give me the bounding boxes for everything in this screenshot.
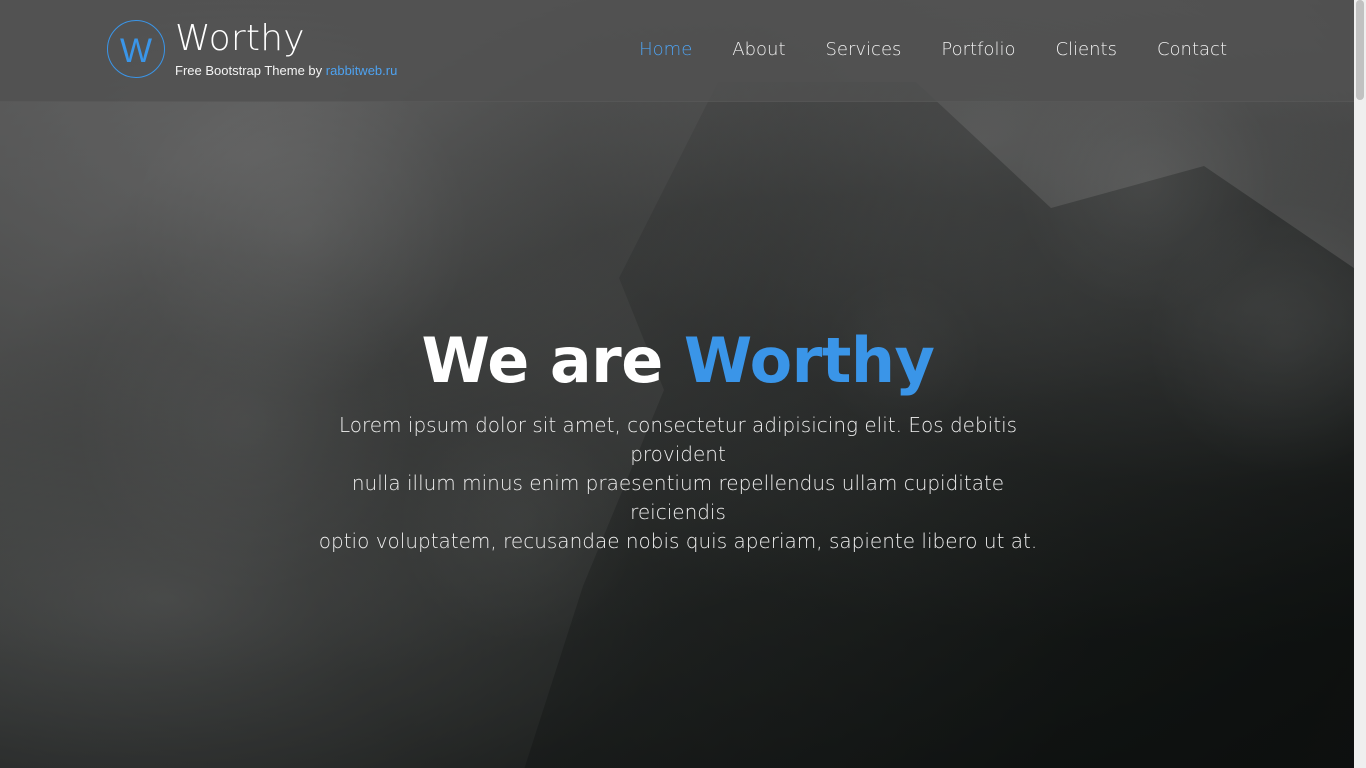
vertical-scrollbar[interactable]	[1354, 0, 1366, 768]
scrollbar-thumb[interactable]	[1356, 0, 1364, 100]
nav-contact[interactable]: Contact	[1157, 39, 1227, 61]
hero-section: We are Worthy Lorem ipsum dolor sit amet…	[308, 323, 1048, 556]
brand-text: Worthy Free Bootstrap Theme by rabbitweb…	[175, 20, 397, 79]
site-header: W Worthy Free Bootstrap Theme by rabbitw…	[0, 0, 1354, 102]
nav-services[interactable]: Services	[826, 39, 902, 61]
hero-title-accent: Worthy	[683, 324, 935, 397]
nav-clients[interactable]: Clients	[1055, 39, 1117, 61]
site-tagline: Free Bootstrap Theme by rabbitweb.ru	[175, 63, 397, 79]
brand[interactable]: W Worthy Free Bootstrap Theme by rabbitw…	[107, 20, 397, 79]
site-title[interactable]: Worthy	[175, 20, 397, 58]
main-navigation: Home About Services Portfolio Clients Co…	[639, 39, 1227, 61]
nav-home[interactable]: Home	[639, 39, 692, 61]
hero-description-line-2: nulla illum minus enim praesentium repel…	[351, 471, 1005, 524]
nav-about[interactable]: About	[732, 39, 785, 61]
logo-circle-icon[interactable]: W	[107, 20, 165, 78]
credit-link[interactable]: rabbitweb.ru	[326, 63, 398, 78]
tagline-prefix: Free Bootstrap Theme by	[175, 63, 326, 78]
hero-description-line-3: optio voluptatem, recusandae nobis quis …	[318, 529, 1038, 553]
nav-portfolio[interactable]: Portfolio	[941, 39, 1015, 61]
hero-description-line-1: Lorem ipsum dolor sit amet, consectetur …	[338, 413, 1018, 466]
hero-title-prefix: We are	[421, 324, 684, 397]
hero-description: Lorem ipsum dolor sit amet, consectetur …	[308, 411, 1048, 556]
hero-title: We are Worthy	[308, 323, 1048, 399]
landing-page: W Worthy Free Bootstrap Theme by rabbitw…	[0, 0, 1366, 768]
